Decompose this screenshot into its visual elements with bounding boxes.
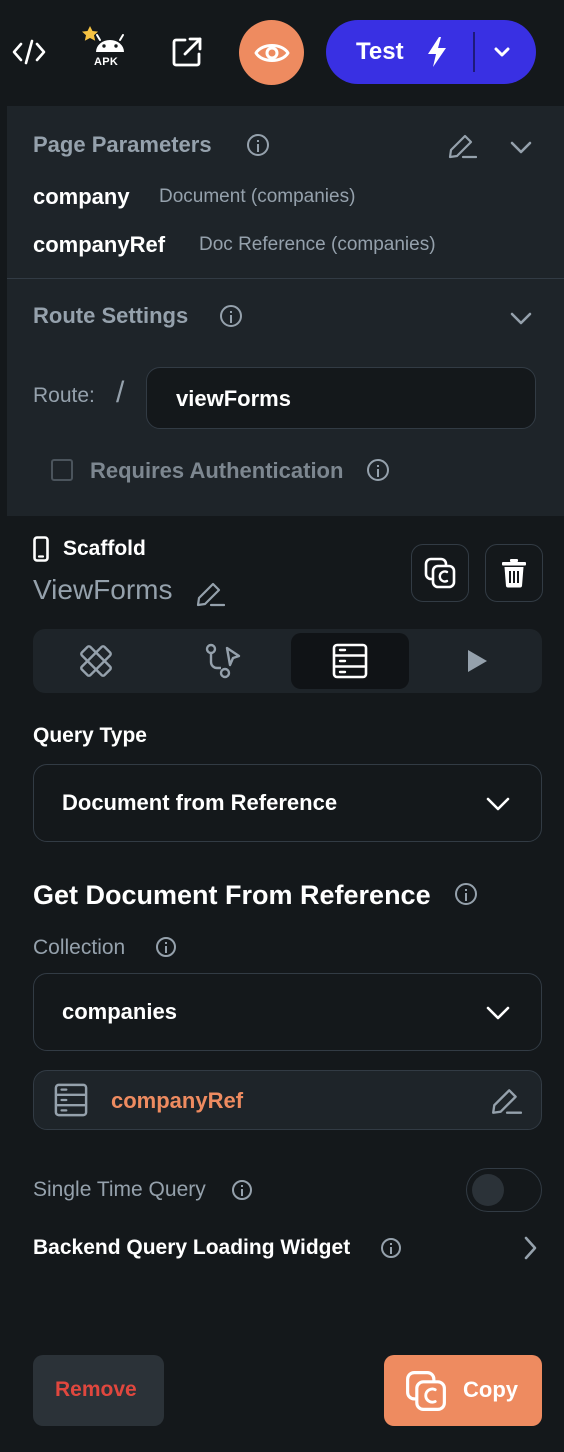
route-input[interactable]: viewForms (146, 367, 536, 429)
lightning-icon (428, 37, 446, 67)
info-icon[interactable] (220, 305, 242, 327)
phone-icon (33, 536, 49, 562)
edit-icon[interactable] (195, 580, 225, 608)
chevron-down-icon[interactable] (509, 138, 533, 156)
remove-label: Remove (55, 1378, 137, 1401)
query-type-label: Query Type (33, 724, 147, 747)
tab-actions[interactable] (164, 633, 282, 689)
tab-backend-query[interactable] (291, 633, 409, 689)
star-icon (82, 26, 98, 41)
loading-widget-label[interactable]: Backend Query Loading Widget (33, 1236, 350, 1260)
page-parameters-title: Page Parameters (33, 132, 212, 157)
divider (7, 278, 564, 279)
top-toolbar: APK Test (0, 0, 564, 106)
eye-icon (254, 43, 289, 62)
chevron-right-icon[interactable] (521, 1235, 539, 1261)
chevron-down-icon (486, 1006, 510, 1020)
workflow-icon (205, 643, 241, 679)
play-icon (468, 650, 487, 672)
document-reference-field[interactable]: companyRef (33, 1070, 542, 1130)
page-name: ViewForms (33, 574, 173, 605)
chevron-down-icon (486, 797, 510, 811)
param-type: Document (companies) (159, 186, 356, 207)
single-time-query-toggle[interactable] (466, 1168, 542, 1212)
page-settings-panel: Page Parameters company Document (compan… (7, 106, 564, 516)
database-icon (54, 1083, 88, 1117)
info-icon[interactable] (381, 1238, 401, 1258)
param-name: companyRef (33, 232, 166, 257)
copy-icon (406, 1371, 446, 1411)
ruler-pencil-icon (80, 645, 112, 677)
widget-properties-panel: Scaffold ViewForms Query Type Document f… (7, 516, 564, 1452)
trash-icon (502, 559, 526, 588)
test-label: Test (356, 38, 404, 65)
route-label: Route: (33, 384, 95, 407)
query-type-value: Document from Reference (62, 790, 338, 815)
toggle-knob (472, 1174, 504, 1206)
copy-label: Copy (463, 1377, 518, 1402)
info-icon[interactable] (247, 134, 269, 156)
preview-button[interactable] (239, 20, 304, 85)
code-icon[interactable] (8, 30, 50, 74)
scaffold-label: Scaffold (63, 537, 146, 560)
tab-properties[interactable] (37, 633, 155, 689)
android-apk-button[interactable]: APK (76, 22, 140, 78)
tab-run[interactable] (418, 633, 536, 689)
query-type-dropdown[interactable]: Document from Reference (33, 764, 542, 842)
test-button[interactable]: Test (326, 20, 536, 84)
collection-label: Collection (33, 936, 126, 959)
route-slash: / (116, 376, 125, 409)
single-time-query-label: Single Time Query (33, 1178, 206, 1201)
query-heading: Get Document From Reference (33, 880, 431, 910)
info-icon[interactable] (156, 937, 176, 957)
info-icon[interactable] (367, 459, 389, 481)
scaffold-row: Scaffold (33, 536, 146, 562)
info-icon[interactable] (232, 1180, 252, 1200)
copy-icon (424, 557, 456, 589)
route-value: viewForms (176, 386, 291, 411)
android-icon (96, 40, 124, 52)
apk-label: APK (94, 56, 119, 68)
remove-button[interactable]: Remove (33, 1355, 164, 1426)
copy-button[interactable]: Copy (384, 1355, 542, 1426)
collection-dropdown[interactable]: companies (33, 973, 542, 1051)
chevron-down-icon (494, 47, 510, 57)
requires-auth-checkbox[interactable] (51, 459, 73, 481)
requires-auth-label: Requires Authentication (90, 458, 344, 483)
param-type: Doc Reference (companies) (199, 234, 436, 255)
database-icon (332, 643, 368, 679)
property-tabs (33, 629, 542, 693)
param-name: company (33, 184, 130, 209)
chevron-down-icon[interactable] (509, 309, 533, 327)
delete-button[interactable] (485, 544, 543, 602)
route-settings-title: Route Settings (33, 303, 189, 328)
open-external-icon[interactable] (166, 30, 208, 74)
edit-icon[interactable] (447, 132, 477, 160)
collection-value: companies (62, 999, 177, 1024)
duplicate-button[interactable] (411, 544, 469, 602)
test-divider (473, 32, 475, 72)
reference-value: companyRef (111, 1088, 244, 1113)
edit-icon[interactable] (490, 1086, 522, 1116)
info-icon[interactable] (455, 883, 477, 905)
